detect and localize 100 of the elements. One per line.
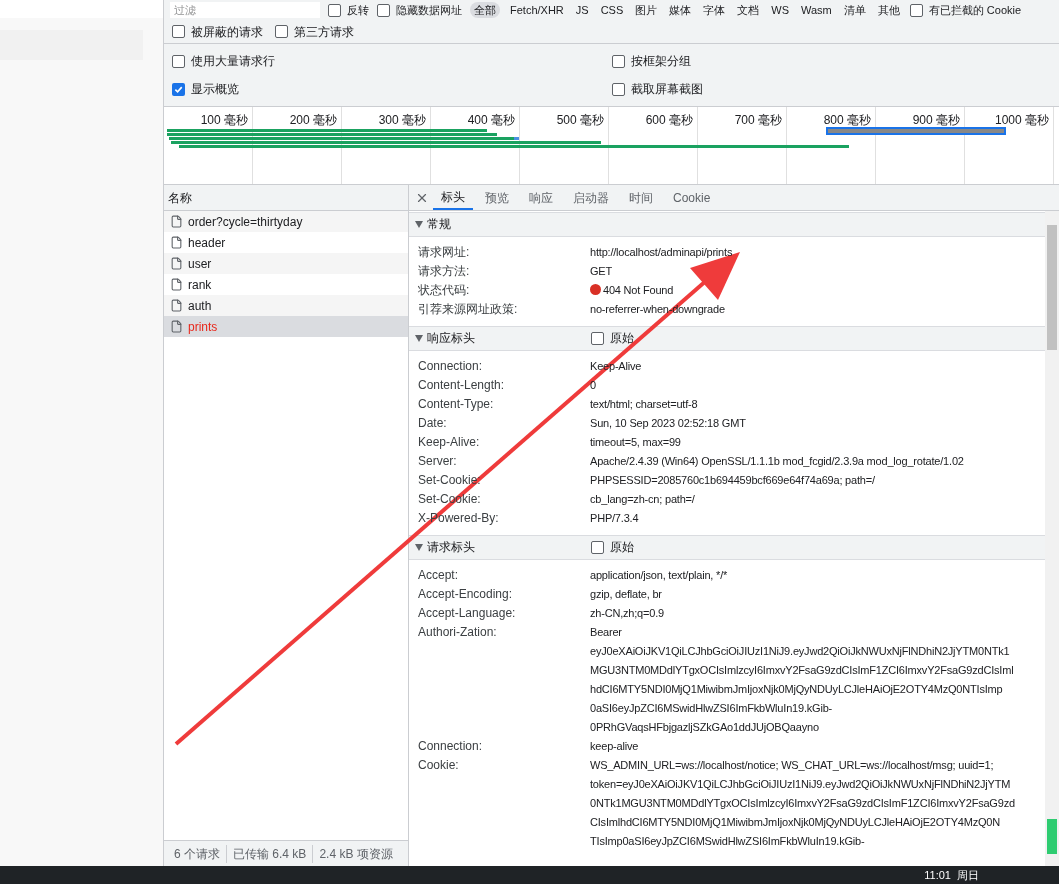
checkmark-icon xyxy=(174,84,183,94)
section-header[interactable]: 响应标头 原始 xyxy=(409,326,1045,351)
header-value: gzip, deflate, br xyxy=(590,587,662,602)
detail-tab[interactable]: Cookie xyxy=(665,185,719,210)
header-value: WS_ADMIN_URL=ws://localhost/notice; WS_CHAT_URL=ws://localhost/msg; uuid=1; token=eyJ0eXAiOiJKV1QiLCJhbGciOiJIUzI1NiJ9.eyJwd2QiOiJkNWUxNjFlNDhiN2JjYTM 0NTk1MGU3NTM0MDdlYTgxOCIsImlzcyI6ImxvY2FsaG9zdCIsImF1ZCI6ImxvY2FsaG9zd CIsImlhdCI6MTY5NDI0MjQ1MiwibmJmIjoxNjk0MjQyNDUyLCJleHAiOjE2OTY4MzQ0N TIsImp0aSI6eyJpZCI6MSwidHlwZSI6ImFkbWluIn19.kGib- xyxy=(590,758,1015,849)
header-name: Connection: xyxy=(418,738,484,755)
checkbox[interactable] xyxy=(611,54,625,68)
time-tick: 100 毫秒 xyxy=(200,112,249,124)
filter-option[interactable]: 反转 xyxy=(328,1,369,19)
type-filter[interactable]: JS xyxy=(573,1,591,19)
section-title: 请求标头 xyxy=(427,539,475,556)
type-filter[interactable]: 图片 xyxy=(633,1,660,19)
header-value: timeout=5, max=99 xyxy=(590,435,681,450)
header-name: 引荐来源网址政策: xyxy=(418,301,519,318)
time-tick: 200 毫秒 xyxy=(289,112,338,124)
header-name: Keep-Alive: xyxy=(418,434,481,451)
header-value: http://localhost/adminapi/prints xyxy=(590,245,733,260)
header-value: cb_lang=zh-cn; path=/ xyxy=(590,492,695,507)
clock-day: 周日 xyxy=(957,866,979,884)
file-icon xyxy=(170,215,183,228)
header-value: PHP/7.3.4 xyxy=(590,511,639,526)
section-title: 常规 xyxy=(427,216,451,233)
time-tick: 500 毫秒 xyxy=(556,112,605,124)
filter-field[interactable]: 过滤 xyxy=(170,2,320,18)
type-filter[interactable]: Fetch/XHR xyxy=(508,1,566,19)
type-filter[interactable]: 字体 xyxy=(701,1,728,19)
detail-tab[interactable]: 预览 xyxy=(477,185,517,210)
header-name: Content-Type: xyxy=(418,396,495,413)
setting-option[interactable]: 显示概览 xyxy=(172,80,612,98)
header-value: Sun, 10 Sep 2023 02:52:18 GMT xyxy=(590,416,746,431)
filter-option[interactable]: 隐藏数据网址 xyxy=(377,1,462,19)
detail-tab[interactable]: 时间 xyxy=(621,185,661,210)
time-tick: 700 毫秒 xyxy=(734,112,783,124)
status-text: 2.4 kB 项资源 xyxy=(312,844,399,863)
file-icon xyxy=(170,299,183,312)
status-text: 6 个请求 xyxy=(173,845,221,863)
time-tick: 600 毫秒 xyxy=(645,112,694,124)
checkbox[interactable] xyxy=(909,3,923,17)
checkbox[interactable] xyxy=(611,82,625,96)
header-name: Authori-Zation: xyxy=(418,624,498,641)
setting-option[interactable]: 截取屏幕截图 xyxy=(611,80,1051,98)
header-value: zh-CN,zh;q=0.9 xyxy=(590,606,664,621)
header-name: 请求方法: xyxy=(418,263,471,280)
header-name: Content-Length: xyxy=(418,377,506,394)
checkbox[interactable] xyxy=(377,3,390,17)
blocked-cookies-option[interactable]: 有已拦截的 Cookie xyxy=(909,1,1022,19)
header-name: 请求网址: xyxy=(418,244,471,261)
filter-option[interactable]: 被屏蔽的请求 xyxy=(172,22,263,41)
checkbox[interactable] xyxy=(172,54,185,68)
header-value: text/html; charset=utf-8 xyxy=(590,397,698,412)
file-icon xyxy=(170,257,183,270)
request-row[interactable]: auth xyxy=(164,295,408,316)
header-value: application/json, text/plain, */* xyxy=(590,568,728,583)
section-title: 响应标头 xyxy=(427,330,475,347)
section-caret-icon xyxy=(415,221,423,228)
raw-option[interactable]: 原始 xyxy=(591,538,634,557)
section-caret-icon xyxy=(415,544,423,551)
request-row[interactable]: user xyxy=(164,253,408,274)
section-header[interactable]: 常规 xyxy=(409,212,1045,237)
type-filter[interactable]: CSS xyxy=(598,1,626,19)
section-header[interactable]: 请求标头 原始 xyxy=(409,535,1045,560)
header-value: Apache/2.4.39 (Win64) OpenSSL/1.1.1b mod_fcgid/2.3.9a mod_log_rotate/1.02 xyxy=(590,454,964,469)
checkbox[interactable] xyxy=(591,541,604,554)
clock-time: 11:01 xyxy=(924,867,951,883)
header-name: 状态代码: xyxy=(418,282,471,299)
setting-option[interactable]: 按框架分组 xyxy=(611,52,1051,70)
type-filter[interactable]: 文档 xyxy=(735,1,762,19)
header-name: Connection: xyxy=(418,358,484,375)
time-tick: 800 毫秒 xyxy=(823,112,872,124)
type-filter[interactable]: 其他 xyxy=(875,1,902,19)
raw-option[interactable]: 原始 xyxy=(591,329,634,348)
file-icon xyxy=(170,236,183,249)
type-filter[interactable]: 媒体 xyxy=(667,1,694,19)
checkbox[interactable] xyxy=(328,3,341,17)
file-icon xyxy=(170,320,183,333)
section-caret-icon xyxy=(415,335,423,342)
checkbox[interactable] xyxy=(172,82,185,96)
header-value: PHPSESSID=2085760c1b694459bcf669e64f74a69a; path=/ xyxy=(590,473,875,488)
header-name: Accept: xyxy=(418,567,460,584)
request-row[interactable]: order?cycle=thirtyday xyxy=(164,211,408,232)
checkbox[interactable] xyxy=(172,25,185,38)
type-filter[interactable]: 全部 xyxy=(470,1,500,19)
type-filter[interactable]: 清单 xyxy=(841,1,868,19)
header-value: 0 xyxy=(590,378,596,393)
type-filter[interactable]: WS xyxy=(769,1,791,19)
checkbox[interactable] xyxy=(275,25,288,38)
header-name: Server: xyxy=(418,453,458,470)
filter-option[interactable]: 第三方请求 xyxy=(275,22,354,41)
checkbox[interactable] xyxy=(591,332,604,345)
detail-tab[interactable]: 启动器 xyxy=(565,185,617,210)
detail-tab[interactable]: 标头 xyxy=(433,185,473,210)
detail-tab[interactable]: 响应 xyxy=(521,185,561,210)
column-header: 名称 xyxy=(164,185,408,211)
setting-option[interactable]: 使用大量请求行 xyxy=(172,52,612,70)
status-text: 已传输 6.4 kB xyxy=(226,844,313,863)
type-filter[interactable]: Wasm xyxy=(799,1,834,19)
time-tick: 1000 毫秒 xyxy=(994,112,1050,124)
header-name: Accept-Language: xyxy=(418,605,517,622)
time-tick: 400 毫秒 xyxy=(467,112,516,124)
header-value: 404 Not Found xyxy=(603,283,674,298)
